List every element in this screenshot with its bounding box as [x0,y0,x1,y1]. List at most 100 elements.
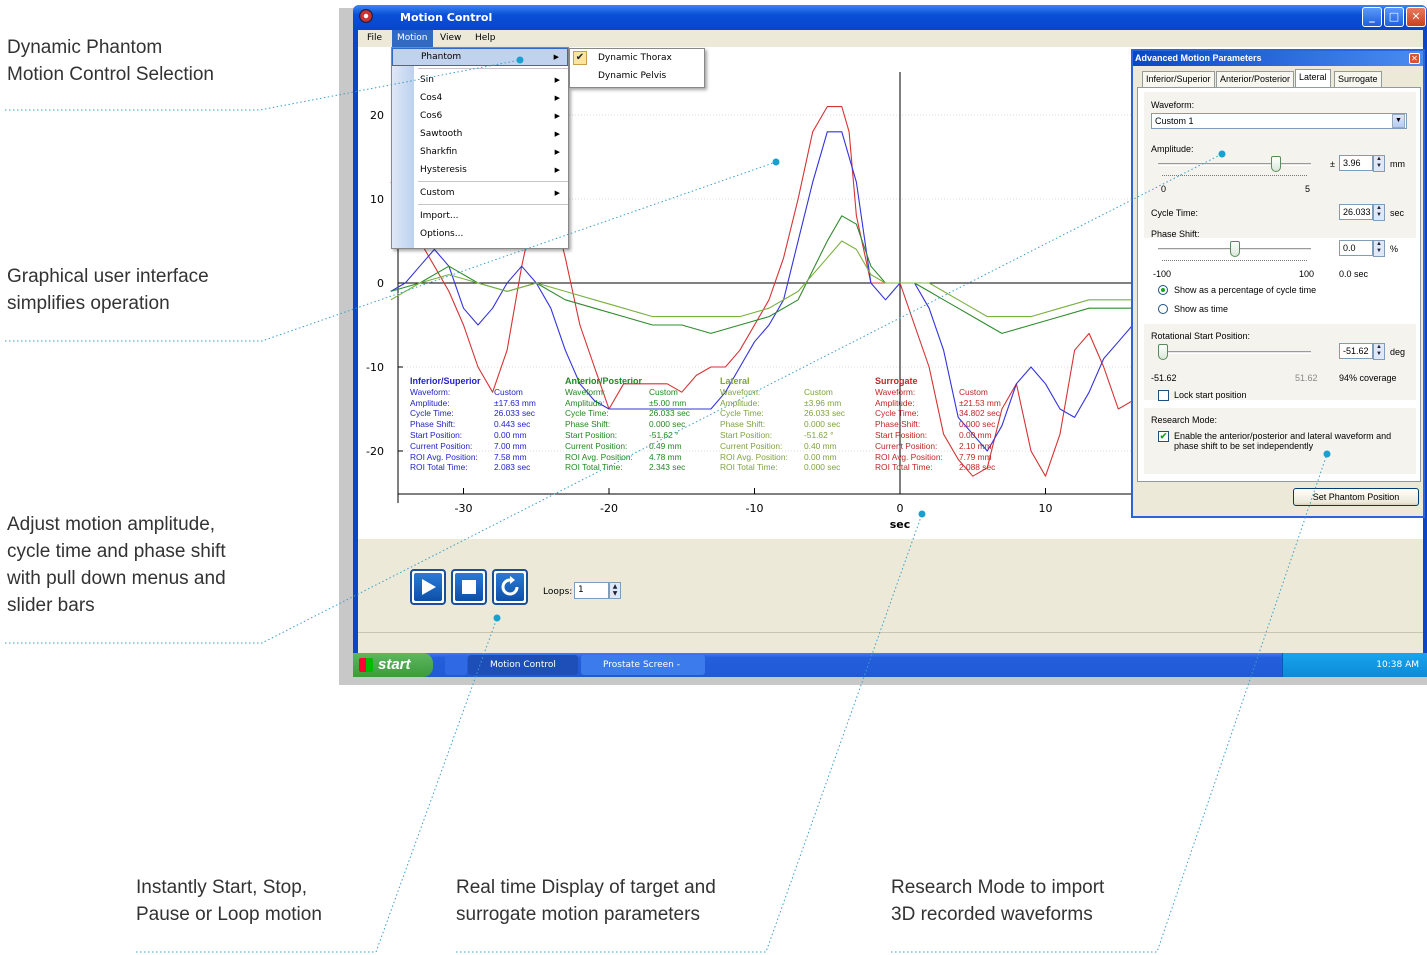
menu-view[interactable]: View [435,32,466,44]
menu-item-hysteresis[interactable]: Hysteresis ▶ [392,161,568,179]
loops-input[interactable]: 1 [574,582,609,599]
rotational-label: Rotational Start Position: [1151,331,1251,341]
menu-item-sin[interactable]: Sin ▶ [392,71,568,89]
param-value: ±3.96 mm [804,397,842,408]
rotational-coverage: 94% coverage [1339,373,1397,383]
loops-spinner[interactable]: ▲ ▼ [609,582,621,599]
rotational-slider-thumb[interactable] [1158,344,1168,360]
chevron-down-icon[interactable]: ▼ [1392,114,1405,128]
radio-percentage[interactable] [1158,285,1168,295]
loop-button[interactable] [492,569,528,605]
x-tick-label: 10 [1039,502,1053,515]
menu-bar: File Motion View Help [358,30,1423,47]
menu-file[interactable]: File [362,32,387,44]
param-label: ROI Total Time: [410,462,468,473]
cycle-time-unit: sec [1390,208,1405,218]
param-value: 4.78 mm [649,451,682,462]
submenu-dynamic-pelvis[interactable]: Dynamic Pelvis [570,67,704,85]
param-label: Waveform: [875,386,916,397]
start-button[interactable]: start [353,653,433,677]
param-value: 7.58 mm [494,451,527,462]
title-bar[interactable]: Motion Control _ □ ✕ [353,5,1427,30]
param-value: -51.62 ° [804,429,834,440]
param-label: Current Position: [720,440,783,451]
minimize-button[interactable]: _ [1362,7,1382,27]
amplitude-slider-thumb[interactable] [1270,156,1281,172]
phase-slider-thumb[interactable] [1229,241,1240,257]
param-label: Amplitude: [720,397,760,408]
param-label: ROI Avg. Position: [875,451,943,462]
rotational-input[interactable]: -51.62 [1339,343,1373,359]
amplitude-slider-track[interactable] [1158,163,1311,166]
params-surrogate: Surrogate Waveform: Amplitude: Cycle Time: P… [875,376,1001,473]
play-button[interactable] [410,569,446,605]
menu-item-cos6[interactable]: Cos6 ▶ [392,107,568,125]
menu-separator [418,181,568,182]
param-label: Waveform: [720,386,761,397]
cycle-time-label: Cycle Time: [1151,208,1199,218]
param-value: Custom [494,386,523,397]
x-tick-label: 0 [897,502,904,515]
phase-spinner[interactable]: ▲ ▼ [1373,240,1385,257]
menu-item-cos4[interactable]: Cos4 ▶ [392,89,568,107]
param-label: Phase Shift: [565,419,611,430]
param-value: 7.00 mm [494,440,527,451]
menu-item-sawtooth[interactable]: Sawtooth ▶ [392,125,568,143]
menu-item-phantom[interactable]: Phantom ▶ [392,48,568,66]
set-phantom-position-button[interactable]: Set Phantom Position [1293,488,1419,506]
phase-min: -100 [1153,269,1172,279]
params-anterior-posterior: Anterior/Posterior Waveform: Amplitude: Cyc… [565,376,690,473]
phase-max: 100 [1299,269,1315,279]
menu-help[interactable]: Help [470,32,501,44]
tab-lateral[interactable]: Lateral [1295,69,1331,88]
amplitude-spinner[interactable]: ▲ ▼ [1373,155,1385,172]
tab-inferior-superior[interactable]: Inferior/Superior [1142,71,1215,87]
param-value: 34.802 sec [959,408,1000,419]
menu-item-sharkfin[interactable]: Sharkfin ▶ [392,143,568,161]
system-tray: 10:38 AM [1282,653,1427,677]
chevron-right-icon: ▶ [553,53,559,61]
param-label: Start Position: [875,429,928,440]
rotational-slider-track[interactable] [1158,351,1311,354]
amplitude-unit: mm [1390,159,1405,169]
amplitude-label: Amplitude: [1151,144,1194,154]
radio-time[interactable] [1158,304,1168,314]
phase-shift-label: Phase Shift: [1151,229,1200,239]
param-label: Amplitude: [410,397,450,408]
tab-surrogate[interactable]: Surrogate [1334,71,1382,87]
cycle-time-input[interactable]: 26.033 [1339,204,1373,220]
param-value: Custom [959,386,988,397]
loops-label: Loops: [543,587,573,597]
quicklaunch-icon[interactable] [445,655,467,675]
chevron-right-icon: ▶ [554,130,560,138]
lock-start-checkbox[interactable] [1158,390,1169,401]
param-label: ROI Total Time: [565,462,623,473]
menu-item-options[interactable]: Options... [392,225,568,243]
amplitude-slider-ticks [1162,175,1307,178]
task-motion-control[interactable]: Motion Control [468,655,578,675]
submenu-dynamic-thorax[interactable]: ✔ Dynamic Thorax [570,49,704,67]
menu-separator [418,204,568,205]
menu-item-custom[interactable]: Custom ▶ [392,184,568,202]
research-mode-checkbox[interactable]: ✔ [1158,431,1169,442]
menu-item-import[interactable]: Import... [392,207,568,225]
rotational-spinner[interactable]: ▲ ▼ [1373,343,1385,360]
param-label: Phase Shift: [410,419,456,430]
param-label: Cycle Time: [410,408,454,419]
param-value: -51.62 ° [649,429,679,440]
tab-anterior-posterior[interactable]: Anterior/Posterior [1216,71,1295,87]
stop-icon [462,580,476,594]
cycle-time-spinner[interactable]: ▲ ▼ [1373,204,1385,221]
y-tick-label: 10 [370,193,384,206]
task-paint[interactable]: Prostate Screen - Paint [581,655,705,675]
menu-motion[interactable]: Motion [392,30,433,47]
close-button[interactable]: ✕ [1406,7,1426,27]
amplitude-input[interactable]: 3.96 [1339,155,1373,171]
stop-button[interactable] [451,569,487,605]
phase-input[interactable]: 0.0 [1339,240,1373,256]
dialog-close-button[interactable]: ✕ [1409,53,1420,64]
param-value: ±5.00 mm [649,397,687,408]
waveform-select[interactable]: Custom 1 [1151,113,1407,129]
maximize-button[interactable]: □ [1384,7,1404,27]
advanced-motion-dialog: Advanced Motion Parameters ✕ Inferior/Su… [1131,49,1425,518]
